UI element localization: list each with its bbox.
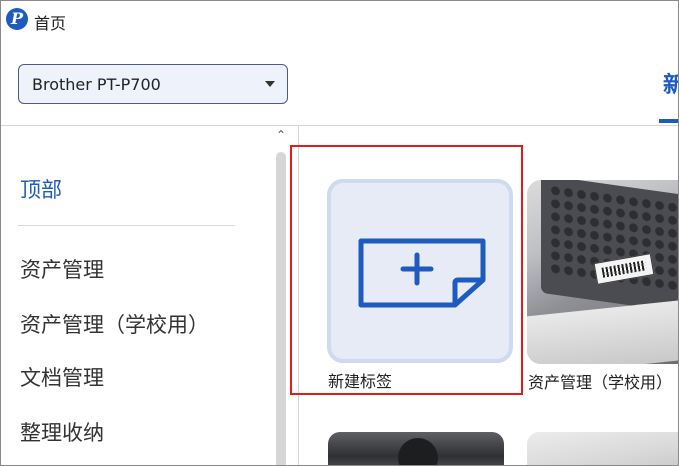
- printer-select[interactable]: Brother PT-P700: [18, 64, 288, 104]
- scroll-thumb[interactable]: [276, 152, 286, 465]
- label-plus-icon: [358, 238, 486, 308]
- sidebar-item-top[interactable]: 顶部: [20, 174, 62, 204]
- app-window: P 首页 Brother PT-P700 新 顶部 资产管理 资产管理（学校用）…: [0, 0, 679, 466]
- chevron-up-icon[interactable]: ⌃: [275, 129, 287, 141]
- sidebar-item-storage[interactable]: 整理收纳: [20, 417, 104, 447]
- laptop-image-part: [527, 298, 678, 364]
- sidebar-border: [298, 126, 299, 465]
- new-label-card[interactable]: [327, 179, 513, 363]
- sidebar-scrollbar[interactable]: ⌃: [272, 126, 290, 465]
- tab-active-indicator: [659, 119, 678, 123]
- sidebar: 顶部 资产管理 资产管理（学校用） 文档管理 整理收纳 ⌃: [1, 126, 299, 465]
- sidebar-item-asset-management[interactable]: 资产管理: [20, 254, 104, 284]
- printer-select-value: Brother PT-P700: [32, 74, 161, 94]
- template-thumbnail-asset-school[interactable]: [527, 180, 678, 364]
- sidebar-item-document-management[interactable]: 文档管理: [20, 362, 104, 392]
- window-title: 首页: [34, 14, 67, 33]
- template-thumbnail[interactable]: [527, 432, 678, 465]
- chevron-down-icon: [265, 81, 275, 87]
- new-label-caption: 新建标签: [328, 372, 393, 391]
- template-thumbnail[interactable]: [328, 432, 504, 465]
- tab-new[interactable]: 新: [663, 67, 678, 99]
- title-bar: P 首页: [1, 1, 678, 39]
- sidebar-item-asset-management-school[interactable]: 资产管理（学校用）: [20, 309, 209, 339]
- template-caption-asset-school: 资产管理（学校用）: [528, 373, 673, 392]
- brand-p-icon: P: [6, 8, 28, 30]
- sidebar-divider: [18, 225, 235, 226]
